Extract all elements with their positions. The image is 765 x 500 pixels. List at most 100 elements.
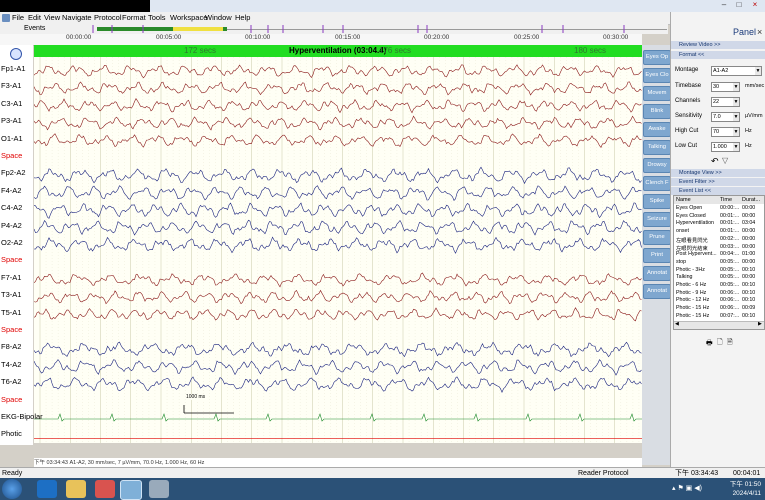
- event-list-table[interactable]: Name Time Durat... Eyes Open 00:00:... 00:…: [673, 195, 765, 330]
- minimize-button[interactable]: –: [718, 0, 730, 10]
- event-table-scrollbar[interactable]: ◀ ▶: [674, 321, 764, 329]
- event-row[interactable]: Post Hypervent... 00:04:... 01:00: [674, 251, 764, 259]
- review-video-header[interactable]: Review Video >>: [671, 41, 765, 49]
- annotation-button[interactable]: Annotat: [643, 266, 671, 281]
- channel-label[interactable]: O1-A1: [1, 134, 23, 143]
- event-row[interactable]: Photic - 9 Hz 00:06:... 00:10: [674, 290, 764, 298]
- lowcut-select[interactable]: 1.000 ▼: [711, 142, 740, 152]
- panel-close-button[interactable]: ×: [757, 27, 762, 37]
- channel-label[interactable]: F3-A1: [1, 81, 21, 90]
- channel-label[interactable]: EKG-Bipolar: [1, 412, 43, 421]
- eeg-app-icon[interactable]: [120, 480, 142, 500]
- chrome-icon[interactable]: [95, 480, 115, 498]
- channel-label[interactable]: Space: [1, 395, 22, 404]
- annotation-button[interactable]: Movem: [643, 86, 671, 101]
- channel-label[interactable]: T4-A2: [1, 360, 21, 369]
- tray-icons[interactable]: ▴ ⚑ ▣ ◀): [672, 484, 702, 492]
- menu-format[interactable]: Format: [122, 12, 146, 24]
- event-row[interactable]: stop 00:05:... 00:00: [674, 259, 764, 267]
- channel-label[interactable]: Photic: [1, 429, 22, 438]
- filter-icon[interactable]: ▽: [722, 156, 728, 165]
- close-button[interactable]: ×: [749, 0, 761, 10]
- annotation-button[interactable]: Seizure: [643, 212, 671, 227]
- scroll-right-icon[interactable]: ▶: [758, 321, 762, 327]
- channel-label[interactable]: Fp1-A1: [1, 64, 26, 73]
- channel-label[interactable]: Space: [1, 255, 22, 264]
- menu-view[interactable]: View: [44, 12, 60, 24]
- events-bar[interactable]: Events: [0, 24, 668, 34]
- channels-select[interactable]: 22 ▼: [711, 97, 740, 107]
- event-row[interactable]: Photic - 15 Hz 00:06:... 00:09: [674, 305, 764, 313]
- menu-navigate[interactable]: Navigate: [62, 12, 92, 24]
- montage-select[interactable]: A1-A2 ▼: [711, 66, 762, 76]
- col-header-duration[interactable]: Durat...: [742, 196, 760, 204]
- annotation-button[interactable]: Prune: [643, 230, 671, 245]
- highcut-select[interactable]: 70 ▼: [711, 127, 740, 137]
- annotation-button[interactable]: Drowsy: [643, 158, 671, 173]
- channel-label[interactable]: T3-A1: [1, 290, 21, 299]
- event-list-header[interactable]: Event List <<: [671, 187, 765, 195]
- annotation-button[interactable]: Talking: [643, 140, 671, 155]
- annotation-button[interactable]: Awake: [643, 122, 671, 137]
- channel-label[interactable]: O2-A2: [1, 238, 23, 247]
- target-icon[interactable]: [10, 48, 22, 60]
- channel-label[interactable]: Fp2-A2: [1, 168, 26, 177]
- annotation-button[interactable]: Blink: [643, 104, 671, 119]
- annotation-button[interactable]: Spike: [643, 194, 671, 209]
- taskbar-clock[interactable]: 下午 01:50 2024/4/11: [730, 480, 761, 498]
- chevron-down-icon: ▼: [755, 67, 761, 75]
- channel-label[interactable]: T5-A1: [1, 308, 21, 317]
- maximize-button[interactable]: □: [733, 0, 745, 10]
- annotation-button[interactable]: Clench F: [643, 176, 671, 191]
- channel-label[interactable]: P4-A2: [1, 221, 22, 230]
- event-row[interactable]: Eyes Open 00:00:... 00:00: [674, 205, 764, 213]
- channel-label[interactable]: P3-A1: [1, 116, 22, 125]
- event-row[interactable]: Photic - 3Hz 00:05:... 00:10: [674, 267, 764, 275]
- menu-help[interactable]: Help: [235, 12, 250, 24]
- ie-icon[interactable]: [37, 480, 57, 498]
- channel-label[interactable]: C3-A1: [1, 99, 22, 108]
- event-row[interactable]: Photic - 12 Hz 00:06:... 00:10: [674, 297, 764, 305]
- event-row[interactable]: Photic - 15 Hz 00:07:... 00:10: [674, 313, 764, 321]
- event-row[interactable]: Photic - 6 Hz 00:05:... 00:10: [674, 282, 764, 290]
- event-row[interactable]: Hyperventilation 00:01:... 03:04: [674, 220, 764, 228]
- col-header-name[interactable]: Name: [676, 196, 691, 204]
- event-row[interactable]: Talking 00:05:... 00:00: [674, 274, 764, 282]
- annotation-button[interactable]: Annotat: [643, 284, 671, 299]
- event-filter-header[interactable]: Event Filter >>: [671, 178, 765, 186]
- event-row[interactable]: 左眼閃光結束 00:03:... 00:00: [674, 244, 764, 252]
- event-row[interactable]: onset 00:01:... 00:00: [674, 228, 764, 236]
- export-icon[interactable]: 🗎: [727, 338, 733, 349]
- menu-workspace[interactable]: Workspace: [170, 12, 207, 24]
- channel-label[interactable]: Space: [1, 151, 22, 160]
- menu-edit[interactable]: Edit: [28, 12, 41, 24]
- montage-view-header[interactable]: Montage View >>: [671, 169, 765, 177]
- channel-label[interactable]: Space: [1, 325, 22, 334]
- channel-label[interactable]: F4-A2: [1, 186, 21, 195]
- channel-label[interactable]: F7-A1: [1, 273, 21, 282]
- annotation-button[interactable]: Eyes Clo: [643, 68, 671, 83]
- undo-icon[interactable]: ↶: [711, 156, 719, 167]
- timebase-select[interactable]: 30 ▼: [711, 82, 740, 92]
- sensitivity-select[interactable]: 7.0 ▼: [711, 112, 740, 122]
- menu-window[interactable]: Window: [205, 12, 232, 24]
- menu-file[interactable]: File: [12, 12, 24, 24]
- app-window-icon[interactable]: [149, 480, 169, 498]
- document-icon[interactable]: 🗋: [717, 338, 723, 349]
- folder-icon[interactable]: [66, 480, 86, 498]
- channel-label[interactable]: F8-A2: [1, 342, 21, 351]
- channel-label[interactable]: C4-A2: [1, 203, 22, 212]
- print-icon[interactable]: 🖶: [706, 339, 713, 350]
- scroll-left-icon[interactable]: ◀: [675, 321, 679, 327]
- menu-tools[interactable]: Tools: [148, 12, 166, 24]
- format-header[interactable]: Format <<: [671, 51, 765, 59]
- annotation-button[interactable]: Print: [643, 248, 671, 263]
- annotation-button[interactable]: Eyes Op: [643, 50, 671, 65]
- menu-protocol[interactable]: Protocol: [94, 12, 122, 24]
- eeg-trace-area[interactable]: 172 secs Hyperventilation (03:04.4) 176 …: [34, 45, 642, 443]
- start-button[interactable]: [2, 479, 22, 499]
- col-header-time[interactable]: Time: [720, 196, 732, 204]
- event-row[interactable]: Eyes Closed 00:01:... 00:00: [674, 213, 764, 221]
- channel-label[interactable]: T6-A2: [1, 377, 21, 386]
- event-row[interactable]: 左眼看見閃光 00:02:... 00:00: [674, 236, 764, 244]
